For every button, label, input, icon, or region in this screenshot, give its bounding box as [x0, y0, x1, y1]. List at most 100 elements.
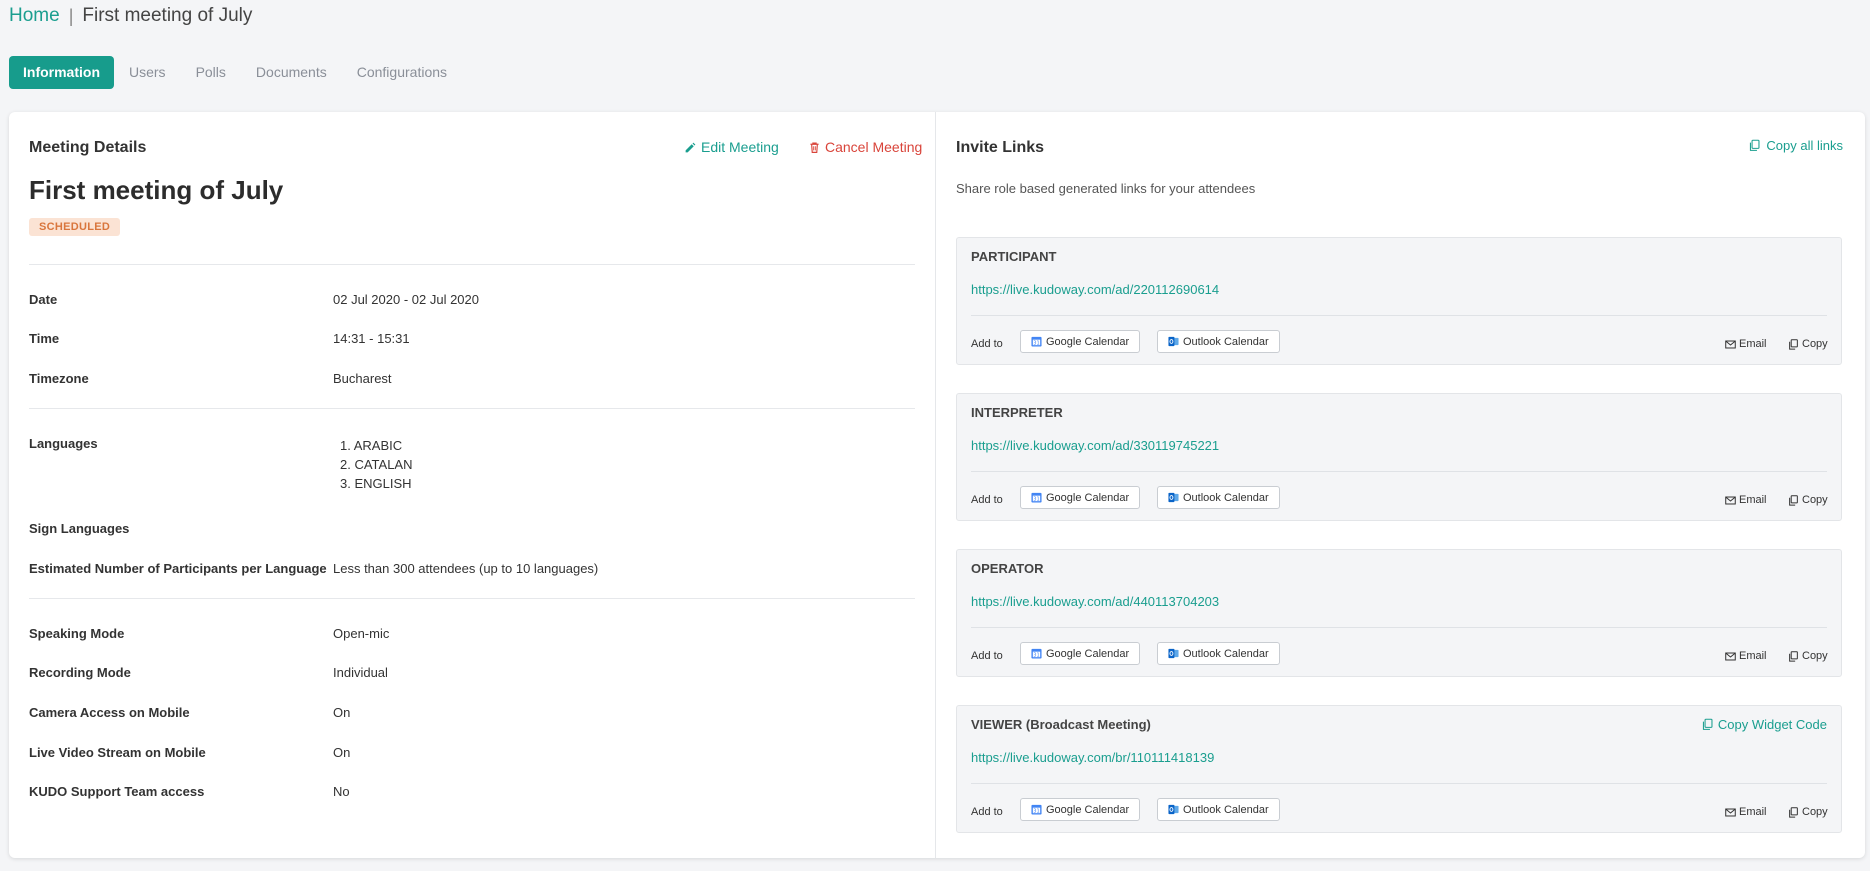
invite-link-participant: PARTICIPANT https://live.kudoway.com/ad/… [956, 237, 1842, 365]
copy-widget-code-button[interactable]: Copy Widget Code [1701, 717, 1827, 732]
invite-url[interactable]: https://live.kudoway.com/ad/330119745221 [971, 438, 1219, 453]
add-to-label: Add to [971, 650, 1003, 662]
google-calendar-button[interactable]: 31 Google Calendar [1020, 642, 1141, 665]
live-video-value: On [333, 745, 351, 760]
tab-bar: Information Users Polls Documents Config… [9, 56, 462, 89]
copy-icon [1789, 494, 1798, 506]
add-to-label: Add to [971, 494, 1003, 506]
breadcrumb-current: First meeting of July [82, 5, 253, 26]
invite-links-subtitle: Share role based generated links for you… [956, 181, 1256, 196]
time-value: 14:31 - 15:31 [333, 331, 410, 346]
google-calendar-icon: 31 [1031, 336, 1042, 347]
edit-meeting-button[interactable]: Edit Meeting [684, 139, 779, 155]
outlook-calendar-button[interactable]: Outlook Calendar [1157, 330, 1280, 353]
copy-link-button[interactable]: Copy [1788, 806, 1828, 818]
time-label: Time [29, 331, 60, 346]
sign-languages-label: Sign Languages [29, 521, 130, 536]
divider [29, 408, 915, 409]
recording-mode-label: Recording Mode [29, 665, 131, 680]
copy-label: Copy [1802, 338, 1828, 350]
cancel-meeting-button[interactable]: Cancel Meeting [808, 139, 922, 155]
google-calendar-icon: 31 [1031, 804, 1042, 815]
copy-widget-code-label: Copy Widget Code [1717, 717, 1827, 732]
support-access-value: No [333, 784, 350, 799]
speaking-mode-label: Speaking Mode [29, 626, 125, 641]
google-calendar-label: Google Calendar [1046, 803, 1130, 816]
email-link-button[interactable]: Email [1725, 338, 1767, 350]
svg-text:31: 31 [1033, 497, 1039, 503]
invite-url[interactable]: https://live.kudoway.com/br/110111418139 [971, 750, 1214, 765]
copy-icon [1750, 139, 1760, 151]
mail-icon [1725, 808, 1736, 816]
add-to-label: Add to [971, 806, 1003, 818]
meeting-card: Meeting Details Edit Meeting Cancel Meet… [9, 112, 1865, 858]
mail-icon [1725, 496, 1736, 504]
invite-url[interactable]: https://live.kudoway.com/ad/440113704203 [971, 594, 1219, 609]
camera-access-value: On [333, 705, 351, 720]
breadcrumb-home-link[interactable]: Home [9, 5, 60, 27]
divider [971, 315, 1827, 316]
tab-documents[interactable]: Documents [241, 56, 342, 89]
languages-list: 1. ARABIC 2. CATALAN 3. ENGLISH [340, 436, 412, 493]
recording-mode-value: Individual [333, 665, 388, 680]
tab-information[interactable]: Information [9, 56, 114, 89]
copy-label: Copy [1802, 494, 1828, 506]
copy-label: Copy [1802, 806, 1828, 818]
invite-url[interactable]: https://live.kudoway.com/ad/220112690614 [971, 282, 1219, 297]
tab-polls[interactable]: Polls [181, 56, 241, 89]
copy-all-links-label: Copy all links [1766, 138, 1843, 153]
copy-link-button[interactable]: Copy [1788, 650, 1828, 662]
copy-link-button[interactable]: Copy [1788, 338, 1828, 350]
languages-label: Languages [29, 436, 98, 451]
meeting-details-pane: Meeting Details Edit Meeting Cancel Meet… [9, 112, 935, 858]
outlook-calendar-button[interactable]: Outlook Calendar [1157, 642, 1280, 665]
breadcrumb-separator: | [68, 5, 74, 26]
google-calendar-label: Google Calendar [1046, 335, 1130, 348]
meeting-details-title: Meeting Details [29, 139, 147, 156]
language-item: 3. ENGLISH [340, 476, 412, 491]
google-calendar-label: Google Calendar [1046, 647, 1130, 660]
email-label: Email [1739, 806, 1767, 818]
language-item: 1. ARABIC [340, 438, 403, 453]
live-video-label: Live Video Stream on Mobile [29, 745, 206, 760]
invite-links-title: Invite Links [956, 139, 1045, 156]
outlook-icon [1168, 336, 1179, 347]
divider [971, 783, 1827, 784]
copy-icon [1789, 650, 1798, 662]
copy-label: Copy [1802, 650, 1828, 662]
speaking-mode-value: Open-mic [333, 626, 390, 641]
google-calendar-button[interactable]: 31 Google Calendar [1020, 798, 1141, 821]
estimated-participants-value: Less than 300 attendees (up to 10 langua… [333, 561, 599, 576]
tab-users[interactable]: Users [114, 56, 181, 89]
date-value: 02 Jul 2020 - 02 Jul 2020 [333, 292, 479, 307]
meeting-title: First meeting of July [29, 175, 284, 205]
svg-text:31: 31 [1033, 653, 1039, 659]
copy-icon [1789, 806, 1798, 818]
mail-icon [1725, 652, 1736, 660]
outlook-calendar-label: Outlook Calendar [1183, 647, 1269, 660]
email-link-button[interactable]: Email [1725, 806, 1767, 818]
tab-configurations[interactable]: Configurations [342, 56, 462, 89]
outlook-icon [1168, 492, 1179, 503]
google-calendar-button[interactable]: 31 Google Calendar [1020, 486, 1141, 509]
timezone-value: Bucharest [333, 371, 392, 386]
copy-link-button[interactable]: Copy [1788, 494, 1828, 506]
outlook-calendar-label: Outlook Calendar [1183, 803, 1269, 816]
email-label: Email [1739, 650, 1767, 662]
invite-role: OPERATOR [971, 561, 1044, 576]
google-calendar-label: Google Calendar [1046, 491, 1130, 504]
email-link-button[interactable]: Email [1725, 494, 1767, 506]
support-access-label: KUDO Support Team access [29, 784, 205, 799]
google-calendar-button[interactable]: 31 Google Calendar [1020, 330, 1141, 353]
trash-icon [810, 141, 819, 153]
email-link-button[interactable]: Email [1725, 650, 1767, 662]
copy-all-links-button[interactable]: Copy all links [1748, 138, 1843, 153]
outlook-calendar-button[interactable]: Outlook Calendar [1157, 486, 1280, 509]
camera-access-label: Camera Access on Mobile [29, 705, 190, 720]
outlook-calendar-button[interactable]: Outlook Calendar [1157, 798, 1280, 821]
timezone-label: Timezone [29, 371, 89, 386]
language-item: 2. CATALAN [340, 457, 413, 472]
email-label: Email [1739, 338, 1767, 350]
pencil-icon [685, 142, 696, 152]
svg-text:31: 31 [1033, 809, 1039, 815]
